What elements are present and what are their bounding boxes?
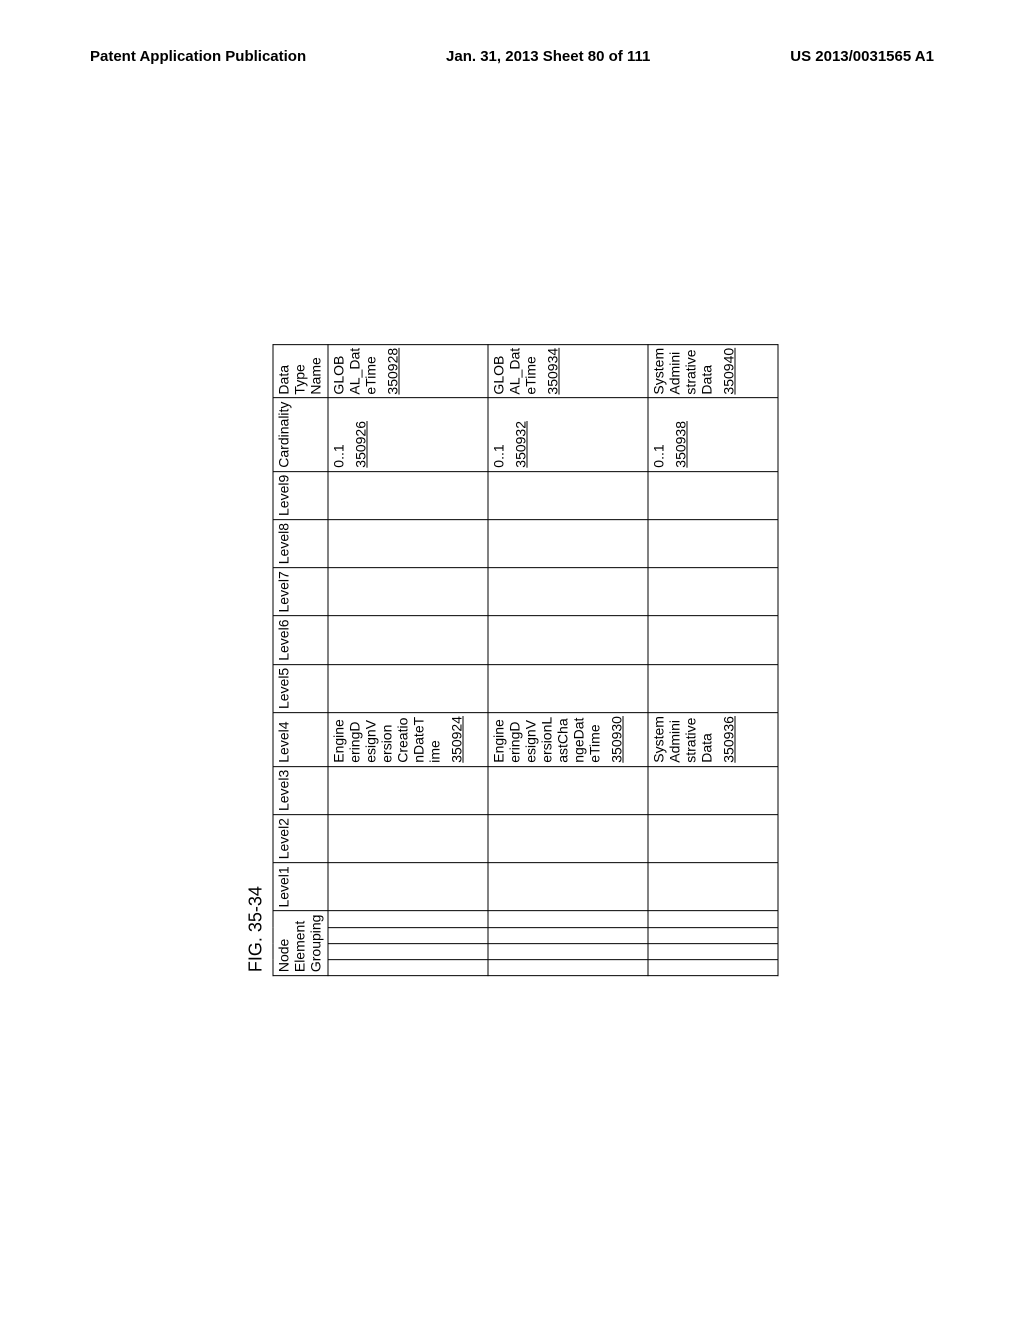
cell-cardinality: 0..1 350938 bbox=[648, 398, 778, 471]
header-right: US 2013/0031565 A1 bbox=[790, 48, 934, 65]
cell-data-type-name: GLOBAL_DateTime 350934 bbox=[488, 344, 648, 398]
col-level3: Level3 bbox=[273, 766, 328, 814]
page-header: Patent Application Publication Jan. 31, … bbox=[0, 48, 1024, 65]
col-level9: Level9 bbox=[273, 471, 328, 519]
dtn-ref: 350928 bbox=[385, 348, 401, 395]
cardinality-text: 0..1 bbox=[491, 444, 507, 467]
dtn-text: GLOBAL_DateTime bbox=[491, 348, 539, 395]
col-data-type-name: Data Type Name bbox=[273, 344, 328, 398]
dtn-text: SystemAdministrativeData bbox=[651, 348, 715, 395]
col-level2: Level2 bbox=[273, 815, 328, 863]
cell-level4: EngineeringDesignVersionCreationDateTime… bbox=[328, 713, 488, 767]
table-row: EngineeringDesignVersionLastChangeDateTi… bbox=[488, 344, 648, 975]
col-level5: Level5 bbox=[273, 664, 328, 712]
col-node-element-grouping: Node Element Grouping bbox=[273, 911, 328, 976]
table-row: SystemAdministrativeData 350936 0..1 350… bbox=[648, 344, 778, 975]
level4-ref: 350930 bbox=[609, 716, 625, 763]
col-level7: Level7 bbox=[273, 568, 328, 616]
cell-data-type-name: SystemAdministrativeData 350940 bbox=[648, 344, 778, 398]
level4-text: EngineeringDesignVersionLastChangeDateTi… bbox=[491, 716, 603, 763]
cardinality-ref: 350926 bbox=[353, 402, 369, 468]
cardinality-text: 0..1 bbox=[651, 444, 667, 467]
data-table: Node Element Grouping Level1 Level2 Leve… bbox=[273, 344, 779, 976]
dtn-ref: 350940 bbox=[721, 348, 737, 395]
level4-text: EngineeringDesignVersionCreationDateTime bbox=[331, 716, 443, 763]
col-level8: Level8 bbox=[273, 519, 328, 567]
dtn-ref: 350934 bbox=[545, 348, 561, 395]
cardinality-ref: 350932 bbox=[513, 402, 529, 468]
col-level6: Level6 bbox=[273, 616, 328, 664]
col-level1: Level1 bbox=[273, 863, 328, 911]
col-level4: Level4 bbox=[273, 713, 328, 767]
cell-data-type-name: GLOBAL_DateTime 350928 bbox=[328, 344, 488, 398]
col-cardinality: Cardinality bbox=[273, 398, 328, 471]
header-left: Patent Application Publication bbox=[90, 48, 306, 65]
level4-text: SystemAdministrativeData bbox=[651, 716, 715, 763]
cardinality-ref: 350938 bbox=[673, 402, 689, 468]
header-center: Jan. 31, 2013 Sheet 80 of 111 bbox=[446, 48, 650, 65]
cell-cardinality: 0..1 350932 bbox=[488, 398, 648, 471]
cell-level4: SystemAdministrativeData 350936 bbox=[648, 713, 778, 767]
cell-level4: EngineeringDesignVersionLastChangeDateTi… bbox=[488, 713, 648, 767]
level4-ref: 350936 bbox=[721, 716, 737, 763]
header-row: Node Element Grouping Level1 Level2 Leve… bbox=[273, 344, 328, 975]
table-row: EngineeringDesignVersionCreationDateTime… bbox=[328, 344, 488, 975]
figure-container: FIG. 35-34 Node Element Grouping Level1 … bbox=[246, 344, 779, 976]
figure-label: FIG. 35-34 bbox=[246, 344, 267, 972]
cardinality-text: 0..1 bbox=[331, 444, 347, 467]
level4-ref: 350924 bbox=[449, 716, 465, 763]
dtn-text: GLOBAL_DateTime bbox=[331, 348, 379, 395]
cell-cardinality: 0..1 350926 bbox=[328, 398, 488, 471]
